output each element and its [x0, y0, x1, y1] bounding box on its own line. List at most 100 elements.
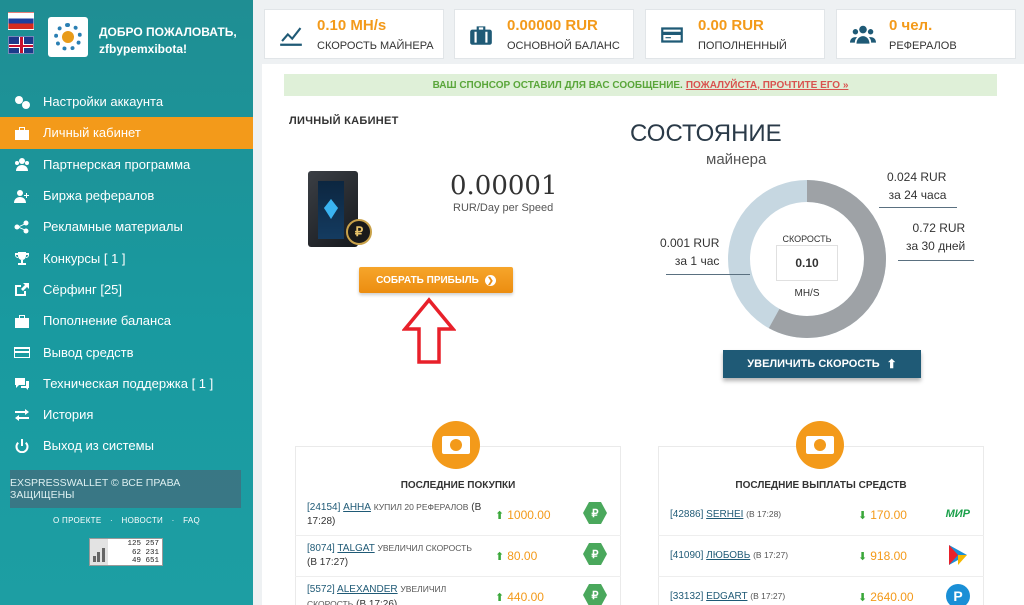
stat-value: 0.00000 RUR	[507, 17, 598, 34]
sidebar-item-9[interactable]: Техническая поддержка [ 1 ]	[0, 368, 253, 399]
purchase-time: (В 17:27)	[307, 557, 349, 568]
money-icon	[432, 421, 480, 469]
state-title: Состояние	[630, 120, 782, 147]
user-id: [8074]	[307, 543, 335, 554]
earnings-hour: 0.001 RUR за 1 час	[660, 234, 719, 270]
sidebar-item-3[interactable]: Биржа рефералов	[0, 180, 253, 211]
sidebar-item-label: Рекламные материалы	[43, 219, 183, 235]
sidebar-item-5[interactable]: Конкурсы [ 1 ]	[0, 242, 253, 273]
triangle-payment-icon	[949, 545, 967, 565]
gauge-speed-unit: MH/S	[794, 288, 820, 299]
purchase-action: УВЕЛИЧИЛ СКОРОСТЬ	[377, 543, 472, 553]
users-icon	[846, 18, 880, 52]
user-name-link[interactable]: EDGART	[706, 591, 747, 602]
exchange-icon	[14, 408, 32, 422]
sponsor-text: ВАШ СПОНСОР ОСТАВИЛ ДЛЯ ВАС СООБЩЕНИЕ.	[432, 79, 683, 91]
visit-counter[interactable]: 125 257 62 231 49 651	[89, 538, 163, 566]
purchase-row: [24154] АННА КУПИЛ 20 РЕФЕРАЛОВ (В 17:28…	[295, 495, 621, 536]
footer-link-about[interactable]: О ПРОЕКТЕ	[53, 516, 102, 525]
purchase-amount-value: 440.00	[507, 590, 544, 604]
sidebar-item-label: Настройки аккаунта	[43, 94, 164, 110]
payout-amount-value: 170.00	[870, 508, 907, 522]
payment-method: МИР	[946, 502, 970, 520]
mir-payment-icon: МИР	[945, 508, 970, 520]
sidebar-item-2[interactable]: Партнерская программа	[0, 149, 253, 180]
purchase-row: [8074] TALGAT УВЕЛИЧИЛ СКОРОСТЬ (В 17:27…	[295, 536, 621, 577]
sidebar-item-11[interactable]: Выход из системы	[0, 430, 253, 461]
ruble-hex-icon: ₽	[583, 543, 607, 565]
sidebar: ДОБРО ПОЖАЛОВАТЬ, zfbypemxibota! Настрой…	[0, 0, 253, 605]
user-name-link[interactable]: TALGAT	[337, 543, 374, 554]
sidebar-item-1[interactable]: Личный кабинет	[0, 117, 253, 149]
purchase-action: КУПИЛ 20 РЕФЕРАЛОВ	[373, 502, 469, 512]
sponsor-read-link[interactable]: ПОЖАЛУЙСТА, ПРОЧТИТЕ ЕГО »	[686, 80, 849, 91]
purchase-desc: [5572] ALEXANDER УВЕЛИЧИЛ СКОРОСТЬ (В 17…	[307, 582, 482, 605]
user-name-link[interactable]: ЛЮБОВЬ	[706, 550, 750, 561]
sidebar-item-10[interactable]: История	[0, 399, 253, 430]
purchase-desc: [8074] TALGAT УВЕЛИЧИЛ СКОРОСТЬ (В 17:27…	[307, 541, 482, 570]
stat-value: 0.10 MH/s	[317, 17, 387, 34]
purchase-time: (В 17:26)	[356, 599, 398, 605]
earnings-day: 0.024 RUR за 24 часа	[887, 168, 946, 204]
arrow-up-icon: ⬆	[495, 592, 505, 604]
user-name-link[interactable]: АННА	[343, 502, 371, 513]
user-name-link[interactable]: SERHEI	[706, 509, 743, 520]
username: zfbypemxibota!	[99, 42, 188, 56]
sidebar-item-label: Конкурсы [ 1 ]	[43, 250, 126, 266]
payout-amount: ⬇ 170.00	[858, 508, 907, 522]
sidebar-item-8[interactable]: Вывод средств	[0, 336, 253, 367]
payout-row: [33132] EDGART (В 17:27) ⬇ 2640.00 P	[658, 577, 984, 605]
payment-method: ₽	[583, 543, 607, 565]
arrow-up-icon: ⬆	[495, 551, 505, 563]
counter-value: 49 651	[131, 557, 159, 565]
footer-link-news[interactable]: НОВОСТИ	[122, 516, 164, 525]
increase-speed-button[interactable]: Увеличить скорость ⬆	[723, 350, 921, 378]
user-plus-icon	[14, 189, 32, 203]
ruble-coin-icon: ₽	[346, 219, 372, 245]
stat-miner-speed: 0.10 MH/s Скорость майнера	[264, 9, 444, 59]
sidebar-item-label: История	[43, 407, 94, 423]
recent-purchases-title: ПОСЛЕДНИЕ ПОКУПКИ	[400, 480, 516, 491]
english-flag-icon[interactable]	[8, 36, 34, 54]
sidebar-item-label: Биржа рефералов	[43, 188, 155, 204]
user-name-link[interactable]: ALEXANDER	[337, 584, 398, 595]
sidebar-item-label: Пополнение баланса	[43, 313, 171, 329]
sidebar-item-6[interactable]: Сёрфинг [25]	[0, 274, 253, 305]
sidebar-item-label: Выход из системы	[43, 438, 154, 454]
chevron-right-icon: ❯	[484, 274, 496, 286]
welcome-greeting: ДОБРО ПОЖАЛОВАТЬ,	[99, 25, 237, 39]
sidebar-item-7[interactable]: Пополнение баланса	[0, 305, 253, 336]
payment-method: ₽	[583, 502, 607, 524]
trophy-icon	[14, 251, 32, 266]
sidebar-item-label: Сёрфинг [25]	[43, 281, 123, 297]
payout-row: [41090] ЛЮБОВЬ (В 17:27) ⬇ 918.00	[658, 536, 984, 577]
miner-server-image: ₽	[300, 163, 372, 251]
user-id: [24154]	[307, 502, 341, 513]
payout-time: (В 17:27)	[750, 591, 786, 601]
credit-card-icon	[655, 18, 689, 52]
money-icon	[796, 421, 844, 469]
purchase-row: [5572] ALEXANDER УВЕЛИЧИЛ СКОРОСТЬ (В 17…	[295, 577, 621, 605]
site-logo[interactable]	[48, 17, 88, 57]
purchase-amount: ⬆ 80.00	[495, 549, 537, 563]
counter-value: 125 257	[127, 540, 159, 548]
gauge-speed-label: Скорость	[782, 234, 832, 244]
user-id: [33132]	[670, 591, 704, 602]
earnings-hour-value: 0.001 RUR	[660, 236, 720, 250]
sidebar-nav: Настройки аккаунта Личный кабинет Партнерс…	[0, 86, 253, 462]
arrow-down-icon: ⬇	[858, 592, 868, 604]
sidebar-item-4[interactable]: Рекламные материалы	[0, 211, 253, 242]
collect-profit-button[interactable]: Собрать прибыль ❯	[359, 267, 513, 293]
chart-line-icon	[274, 18, 308, 52]
red-arrow-up-icon	[402, 297, 456, 364]
stat-deposited: 0.00 RUR Пополненный	[645, 9, 825, 59]
user-id: [42886]	[670, 509, 704, 520]
users-icon	[14, 157, 32, 172]
profit-value: 0.00001	[450, 171, 558, 201]
briefcase-icon	[14, 126, 32, 140]
sidebar-item-0[interactable]: Настройки аккаунта	[0, 86, 253, 117]
footer-link-faq[interactable]: FAQ	[183, 516, 200, 525]
russian-flag-icon[interactable]	[8, 12, 34, 30]
payout-time: (В 17:28)	[746, 509, 782, 519]
purchase-amount: ⬆ 1000.00	[495, 508, 551, 522]
